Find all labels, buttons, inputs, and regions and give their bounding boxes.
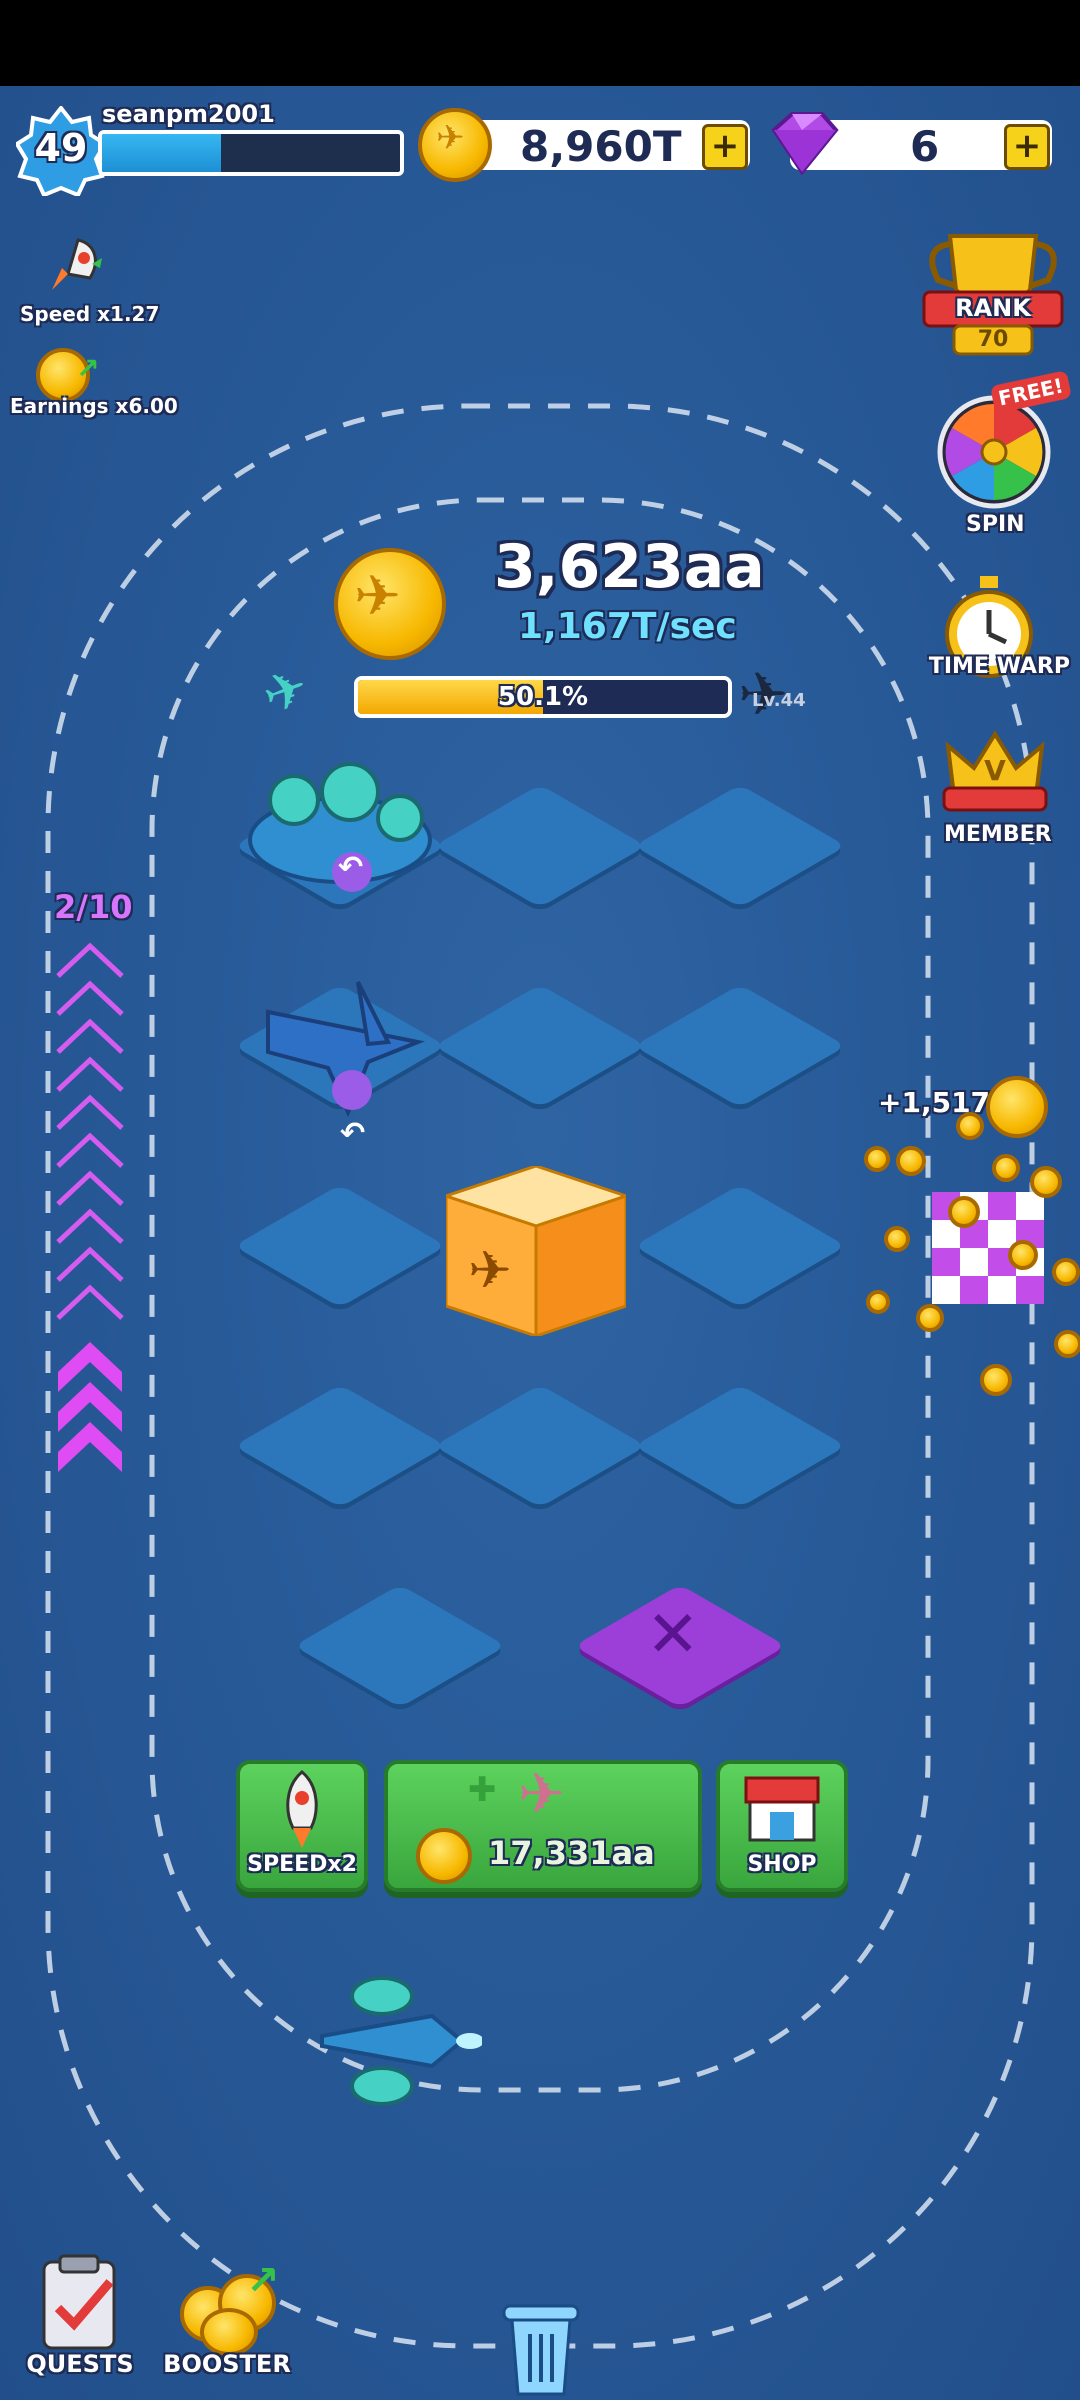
coin-particle — [884, 1226, 910, 1252]
level-number: 49 — [34, 126, 88, 170]
chevron-stack-icon — [56, 942, 124, 1472]
svg-text:V: V — [984, 754, 1006, 787]
booster-label: BOOSTER — [163, 2350, 291, 2378]
next-plane-level: Lv.44 — [752, 690, 806, 711]
shop-icon — [744, 1776, 820, 1842]
merge-progress-label: 50.1% — [497, 682, 589, 712]
add-gems-button[interactable]: + — [1004, 124, 1050, 170]
coin-particle — [864, 1146, 890, 1172]
booster-button[interactable]: ↗ BOOSTER — [162, 2252, 292, 2382]
earnings-total: 3,623aa — [494, 532, 765, 602]
status-bar — [0, 0, 1080, 86]
merge-counter: 2/10 — [54, 888, 133, 926]
level-badge[interactable]: 49 — [16, 106, 106, 196]
speed-boost-button[interactable]: SPEEDx2 — [236, 1760, 368, 1892]
close-icon: ✕ — [646, 1598, 700, 1672]
xp-bar — [98, 130, 404, 176]
coin-particle — [916, 1304, 944, 1332]
speed-boost-button-label: SPEEDx2 — [247, 1852, 357, 1877]
trash-icon[interactable] — [498, 2298, 584, 2398]
rank-button[interactable]: RANK 70 — [918, 228, 1068, 358]
booster-coin-icon — [200, 2308, 258, 2356]
buy-plane-price: 17,331aa — [488, 1834, 655, 1872]
coin-icon-plane: ✈ — [436, 118, 465, 158]
spin-label: SPIN — [966, 512, 1025, 537]
earnings-up-arrow-icon: ↗ — [76, 352, 100, 385]
plane-return-icon: ↶ — [340, 1116, 366, 1151]
coin-particle — [948, 1196, 980, 1228]
plane-unit[interactable] — [248, 972, 438, 1122]
plane-return-icon: ↶ — [338, 850, 364, 885]
buy-plane-button[interactable]: ✚ ✈ 17,331aa — [384, 1760, 702, 1892]
racing-plane — [320, 1976, 482, 2106]
time-warp-button[interactable]: TIME WARP — [890, 572, 1070, 722]
time-warp-label: TIME WARP — [928, 654, 1070, 679]
coin-particle — [1030, 1166, 1062, 1198]
member-button[interactable]: V — [940, 726, 1050, 836]
spin-button[interactable]: FREE! — [936, 370, 1072, 532]
coin-particle — [1054, 1330, 1080, 1358]
svg-text:✈: ✈ — [468, 1241, 512, 1301]
race-bonus-coin-icon — [986, 1076, 1048, 1138]
xp-bar-fill — [102, 134, 222, 172]
coin-particle — [866, 1290, 890, 1314]
booster-arrow-icon: ↗ — [246, 2258, 280, 2304]
username: seanpm2001 — [102, 100, 275, 128]
shop-button[interactable]: SHOP — [716, 1760, 848, 1892]
member-crown-icon: V — [942, 730, 1048, 812]
buy-plane-preview-icon: ✈ — [518, 1762, 565, 1827]
gem-icon — [771, 112, 839, 176]
speed-boost-label: Speed x1.27 — [20, 302, 160, 326]
coin-particle — [992, 1154, 1020, 1182]
gem-amount: 6 — [910, 122, 940, 171]
coin-particle — [896, 1146, 926, 1176]
coin-amount: 8,960T — [520, 122, 682, 171]
earnings-rate: 1,167T/sec — [518, 606, 737, 647]
coin-particle — [956, 1112, 984, 1140]
coin-particle — [1008, 1240, 1038, 1270]
rank-label: RANK — [955, 294, 1031, 322]
quests-icon — [42, 2254, 116, 2350]
shop-label: SHOP — [747, 1852, 817, 1877]
member-label: MEMBER — [944, 822, 1052, 847]
coin-particle — [1052, 1258, 1080, 1286]
quests-button[interactable]: QUESTS — [20, 2252, 140, 2382]
add-coins-button[interactable]: + — [702, 124, 748, 170]
earnings-coin-plane-icon: ✈ — [354, 564, 401, 629]
rocket-icon — [52, 238, 102, 290]
buy-price-coin-icon — [416, 1828, 472, 1884]
rank-value: 70 — [977, 327, 1009, 352]
crate-icon[interactable]: ✈ — [446, 1166, 626, 1336]
rocket-icon — [286, 1770, 318, 1848]
earnings-boost-label: Earnings x6.00 — [10, 394, 178, 418]
game-screen: 49 seanpm2001 ✈ 8,960T + 6 + Speed x1.27… — [0, 86, 1080, 2400]
coin-particle — [980, 1364, 1012, 1396]
buy-plus-icon: ✚ — [468, 1770, 497, 1810]
plane-unit[interactable] — [240, 756, 440, 916]
quests-label: QUESTS — [26, 2350, 134, 2378]
